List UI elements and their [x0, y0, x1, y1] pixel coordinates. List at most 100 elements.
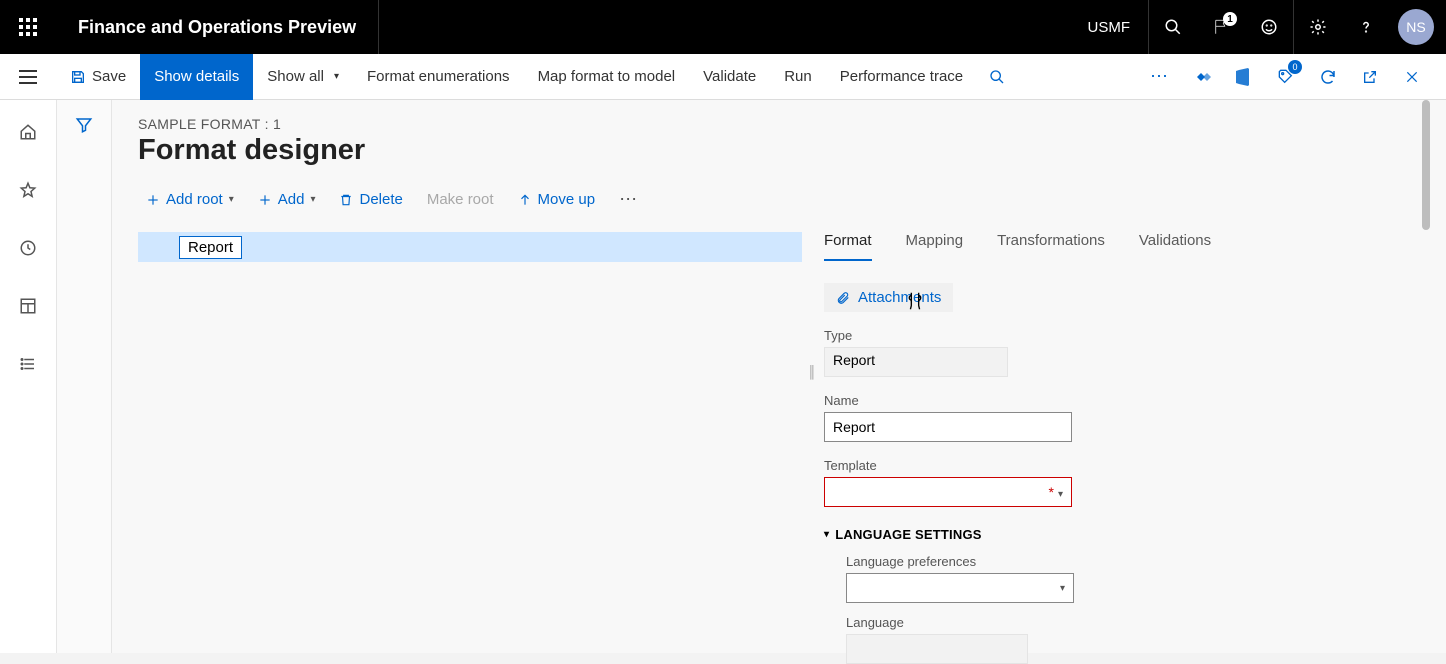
ellipsis-icon: ⋯ [1150, 66, 1170, 87]
company-picker[interactable]: USMF [1070, 0, 1150, 54]
designer-toolbar: Add root▾ Add▾ Delete Make root Move up … [138, 185, 1422, 214]
funnel-icon [75, 116, 93, 134]
refresh-button[interactable] [1308, 54, 1348, 100]
smiley-icon [1260, 18, 1278, 36]
trash-icon [339, 193, 353, 207]
page-title: Format designer [138, 134, 1422, 167]
filter-button[interactable] [75, 116, 93, 653]
delete-button[interactable]: Delete [331, 187, 410, 212]
add-root-button[interactable]: Add root▾ [138, 187, 242, 212]
details-pane: ║ Format Mapping Transformations Validat… [824, 232, 1422, 652]
overflow-button[interactable]: ⋯ [1140, 54, 1180, 100]
scrollbar[interactable] [1422, 100, 1430, 230]
nav-workspaces[interactable] [0, 290, 56, 322]
attachments-badge: 0 [1288, 60, 1302, 74]
waffle-icon [19, 18, 37, 36]
main-content: SAMPLE FORMAT : 1 Format designer Add ro… [112, 100, 1446, 653]
nav-recent[interactable] [0, 232, 56, 264]
office-button[interactable] [1224, 54, 1264, 100]
feedback-button[interactable] [1245, 0, 1293, 54]
language-label: Language [846, 615, 1392, 630]
filter-pane [56, 100, 112, 653]
command-bar: Save Show details Show all▾ Format enume… [0, 54, 1446, 100]
name-input[interactable] [824, 412, 1072, 442]
home-icon [19, 123, 37, 141]
popout-button[interactable] [1350, 54, 1390, 100]
validate-button[interactable]: Validate [689, 54, 770, 100]
search-button[interactable] [1149, 0, 1197, 54]
notifications-button[interactable]: 1 [1197, 0, 1245, 54]
app-title: Finance and Operations Preview [56, 0, 379, 54]
language-settings-header[interactable]: ▾ LANGUAGE SETTINGS [824, 527, 1392, 542]
template-label: Template [824, 458, 1392, 473]
chevron-down-icon: ▾ [229, 194, 234, 205]
star-icon [19, 181, 37, 199]
list-icon [19, 355, 37, 373]
gear-icon [1309, 18, 1327, 36]
workspace-icon [19, 297, 37, 315]
help-icon [1357, 18, 1375, 36]
refresh-icon [1319, 68, 1337, 86]
tab-transformations[interactable]: Transformations [997, 232, 1105, 261]
close-button[interactable] [1392, 54, 1432, 100]
chevron-down-icon: ▾ [310, 194, 315, 205]
tab-format[interactable]: Format [824, 232, 872, 261]
attachments-button[interactable]: Attachments [824, 283, 953, 312]
toolbar-overflow-button[interactable]: ⋯ [611, 185, 647, 214]
map-format-button[interactable]: Map format to model [524, 54, 690, 100]
left-nav-rail [0, 100, 56, 653]
name-label: Name [824, 393, 1392, 408]
search-icon [1164, 18, 1182, 36]
make-root-button: Make root [419, 187, 502, 212]
help-button[interactable] [1342, 0, 1390, 54]
performance-trace-button[interactable]: Performance trace [826, 54, 977, 100]
show-all-button[interactable]: Show all▾ [253, 54, 353, 100]
attachments-button[interactable]: 0 [1266, 54, 1306, 100]
run-button[interactable]: Run [770, 54, 826, 100]
expand-icon: ▾ [824, 529, 829, 540]
close-icon [1405, 70, 1419, 84]
search-icon [989, 69, 1005, 85]
app-launcher-button[interactable] [0, 0, 56, 54]
tree-node-report[interactable]: Report [179, 236, 242, 259]
save-button[interactable]: Save [56, 54, 140, 100]
type-label: Type [824, 328, 1392, 343]
add-button[interactable]: Add▾ [250, 187, 324, 212]
tree-row-selected[interactable]: Report [138, 232, 802, 262]
app-header: Finance and Operations Preview USMF 1 NS [0, 0, 1446, 54]
save-label: Save [92, 68, 126, 85]
hamburger-icon [19, 70, 37, 84]
tab-mapping[interactable]: Mapping [906, 232, 964, 261]
nav-toggle-button[interactable] [0, 54, 56, 100]
arrow-up-icon [518, 193, 532, 207]
chevron-down-icon: ▾ [1058, 489, 1063, 500]
diamond-icon [1193, 71, 1211, 83]
office-icon [1236, 68, 1252, 86]
options-button[interactable] [1182, 54, 1222, 100]
paperclip-icon [836, 290, 850, 306]
format-tree: Report [138, 232, 802, 652]
save-icon [70, 69, 86, 85]
notification-badge: 1 [1223, 12, 1237, 26]
details-tabs: Format Mapping Transformations Validatio… [824, 232, 1392, 261]
move-up-button[interactable]: Move up [510, 187, 604, 212]
language-value [846, 634, 1028, 664]
settings-button[interactable] [1294, 0, 1342, 54]
language-preferences-dropdown[interactable]: ▾ [846, 573, 1074, 603]
pane-splitter[interactable]: ║ [806, 360, 818, 384]
actionbar-search-button[interactable] [977, 54, 1017, 100]
template-dropdown[interactable]: *▾ [824, 477, 1072, 507]
format-enumerations-button[interactable]: Format enumerations [353, 54, 524, 100]
nav-home[interactable] [0, 116, 56, 148]
ellipsis-icon: ⋯ [619, 189, 639, 210]
required-icon: * [1049, 484, 1054, 500]
nav-favorites[interactable] [0, 174, 56, 206]
language-preferences-label: Language preferences [846, 554, 1392, 569]
user-avatar[interactable]: NS [1398, 9, 1434, 45]
plus-icon [258, 193, 272, 207]
nav-modules[interactable] [0, 348, 56, 380]
popout-icon [1362, 69, 1378, 85]
type-value: Report [824, 347, 1008, 377]
tab-validations[interactable]: Validations [1139, 232, 1211, 261]
show-details-button[interactable]: Show details [140, 54, 253, 100]
